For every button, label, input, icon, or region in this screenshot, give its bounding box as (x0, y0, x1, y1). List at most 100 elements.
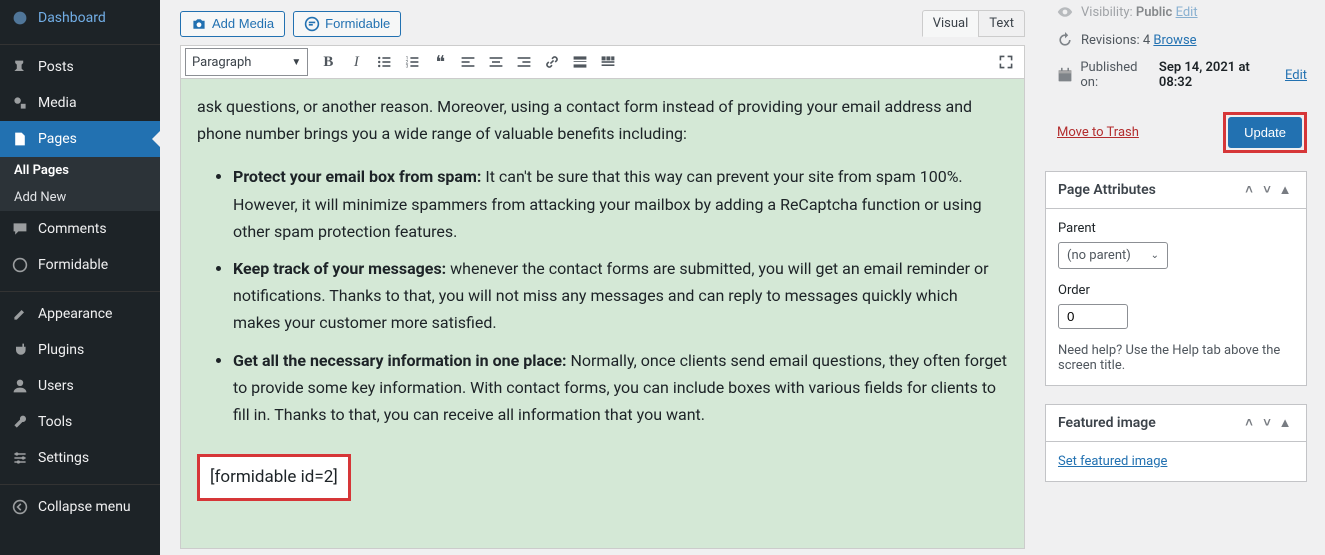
move-up-icon[interactable]: ˄ (1240, 415, 1258, 431)
revisions-icon (1057, 32, 1075, 48)
help-text: Need help? Use the Help tab above the sc… (1058, 343, 1294, 373)
editor-mode-tabs: Visual Text (922, 10, 1025, 37)
sliders-icon (10, 448, 30, 468)
fullscreen-button[interactable] (992, 48, 1020, 76)
label: Formidable (38, 257, 108, 273)
toggle-icon[interactable]: ▲ (1276, 415, 1294, 431)
published-row: Published on: Sep 14, 2021 at 08:32 Edit (1057, 56, 1307, 98)
sidebar-item-media[interactable]: Media (0, 85, 160, 121)
wrench-icon (10, 412, 30, 432)
label: Comments (38, 221, 107, 237)
shortcode-highlight: [formidable id=2] (197, 454, 351, 501)
calendar-icon (1057, 67, 1074, 83)
revisions-browse-link[interactable]: Browse (1153, 33, 1196, 48)
sidebar-item-tools[interactable]: Tools (0, 404, 160, 440)
intro-paragraph: ask questions, or another reason. Moreov… (197, 93, 1008, 147)
link-button[interactable] (538, 48, 566, 76)
label: Tools (38, 414, 72, 430)
featured-image-header[interactable]: Featured image ˄ ˅ ▲ (1046, 405, 1306, 442)
brush-icon (10, 304, 30, 324)
format-select[interactable]: Paragraph ▼ (185, 48, 308, 76)
sidebar-right: Visibility: Public Edit Revisions: 4 Bro… (1045, 0, 1325, 555)
formidable-icon (10, 255, 30, 275)
tab-visual[interactable]: Visual (922, 10, 979, 37)
move-to-trash-link[interactable]: Move to Trash (1057, 125, 1139, 140)
parent-label: Parent (1058, 221, 1294, 236)
formidable-icon (304, 16, 320, 32)
sidebar-item-settings[interactable]: Settings (0, 440, 160, 476)
update-button[interactable]: Update (1228, 117, 1302, 148)
featured-image-panel: Featured image ˄ ˅ ▲ Set featured image (1045, 404, 1307, 482)
toolbar-toggle-button[interactable] (594, 48, 622, 76)
number-list-button[interactable]: 123 (398, 48, 426, 76)
dashboard-icon (10, 8, 30, 28)
order-input[interactable] (1058, 304, 1128, 329)
move-down-icon[interactable]: ˅ (1258, 415, 1276, 431)
editor-toolbar: Paragraph ▼ B I 123 ❝ (180, 45, 1025, 79)
formidable-button[interactable]: Formidable (293, 11, 401, 37)
sidebar-item-formidable[interactable]: Formidable (0, 247, 160, 283)
list-item: Get all the necessary information in one… (233, 347, 1008, 429)
align-right-button[interactable] (510, 48, 538, 76)
list-item: Keep track of your messages: whenever th… (233, 255, 1008, 337)
editor-content[interactable]: ask questions, or another reason. Moreov… (180, 79, 1025, 549)
bullet-list-button[interactable] (370, 48, 398, 76)
shortcode-text: [formidable id=2] (210, 467, 338, 487)
chevron-down-icon: ⌄ (1151, 250, 1159, 261)
tab-text[interactable]: Text (978, 10, 1025, 37)
sidebar-collapse[interactable]: Collapse menu (0, 489, 160, 525)
benefits-list: Protect your email box from spam: It can… (233, 163, 1008, 428)
sidebar-item-posts[interactable]: Posts (0, 49, 160, 85)
page-icon (10, 129, 30, 149)
pin-icon (10, 57, 30, 77)
sidebar-item-pages[interactable]: Pages (0, 121, 160, 157)
collapse-icon (10, 497, 30, 517)
chevron-down-icon: ▼ (291, 57, 301, 68)
read-more-button[interactable] (566, 48, 594, 76)
label: Formidable (325, 16, 390, 31)
label: Settings (38, 450, 89, 466)
sidebar-sub-add-new[interactable]: Add New (0, 184, 160, 211)
order-label: Order (1058, 283, 1294, 298)
move-up-icon[interactable]: ˄ (1240, 182, 1258, 198)
label: Dashboard (38, 10, 106, 26)
label: Collapse menu (38, 499, 131, 515)
sidebar-item-appearance[interactable]: Appearance (0, 296, 160, 332)
label: Add Media (212, 16, 274, 31)
move-down-icon[interactable]: ˅ (1258, 182, 1276, 198)
page-attributes-panel: Page Attributes ˄ ˅ ▲ Parent (no parent)… (1045, 171, 1307, 386)
align-center-button[interactable] (482, 48, 510, 76)
add-media-button[interactable]: Add Media (180, 11, 285, 37)
format-value: Paragraph (192, 55, 251, 70)
media-icon (10, 93, 30, 113)
revisions-row: Revisions: 4 Browse (1057, 28, 1307, 56)
blockquote-button[interactable]: ❝ (426, 48, 454, 76)
sidebar-item-users[interactable]: Users (0, 368, 160, 404)
label: Appearance (38, 306, 112, 322)
label: Posts (38, 59, 74, 75)
sidebar-item-comments[interactable]: Comments (0, 211, 160, 247)
label: Pages (38, 131, 77, 147)
label: Media (38, 95, 77, 111)
visibility-edit-link[interactable]: Edit (1176, 5, 1198, 20)
plug-icon (10, 340, 30, 360)
published-edit-link[interactable]: Edit (1285, 68, 1307, 83)
toggle-icon[interactable]: ▲ (1276, 182, 1294, 198)
italic-button[interactable]: I (342, 48, 370, 76)
sidebar-item-plugins[interactable]: Plugins (0, 332, 160, 368)
set-featured-image-link[interactable]: Set featured image (1058, 454, 1167, 469)
svg-text:3: 3 (406, 64, 409, 70)
label: Users (38, 378, 74, 394)
sidebar-sub-all-pages[interactable]: All Pages (0, 157, 160, 184)
parent-select[interactable]: (no parent) ⌄ (1058, 242, 1168, 269)
sidebar-item-dashboard[interactable]: Dashboard (0, 0, 160, 36)
label: Plugins (38, 342, 84, 358)
align-left-button[interactable] (454, 48, 482, 76)
bold-button[interactable]: B (314, 48, 342, 76)
visibility-row: Visibility: Public Edit (1057, 0, 1307, 28)
eye-icon (1057, 4, 1075, 20)
page-attributes-header[interactable]: Page Attributes ˄ ˅ ▲ (1046, 172, 1306, 209)
list-item: Protect your email box from spam: It can… (233, 163, 1008, 245)
comment-icon (10, 219, 30, 239)
admin-sidebar: Dashboard Posts Media Pages All Pages Ad… (0, 0, 160, 555)
